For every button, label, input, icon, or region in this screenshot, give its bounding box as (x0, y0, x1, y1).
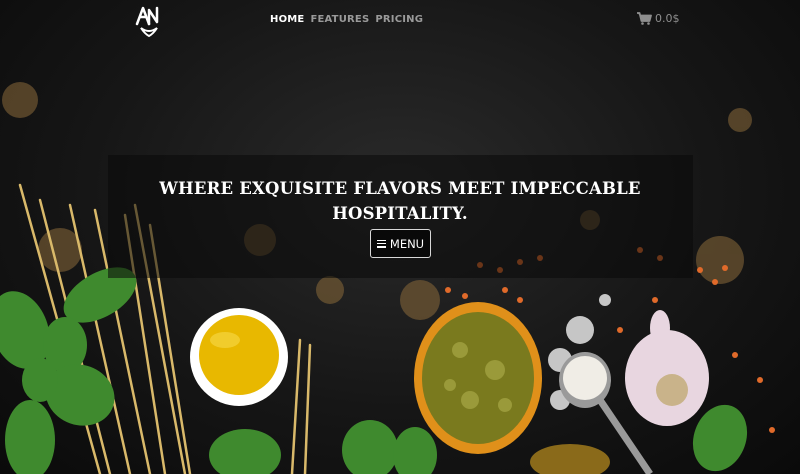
menu-button-label: MENU (389, 236, 425, 251)
menu-button[interactable]: MENU (370, 229, 431, 258)
nav-features-link[interactable]: FEATURES (310, 14, 369, 25)
main-nav: HOME FEATURES PRICING (270, 14, 423, 25)
nav-home-link[interactable]: HOME (270, 14, 304, 25)
cart-button[interactable]: 0.0$ (637, 12, 680, 25)
hamburger-menu-icon (376, 239, 386, 248)
top-navbar: HOME FEATURES PRICING 0.0$ (0, 0, 800, 42)
cart-total: 0.0$ (655, 12, 680, 25)
shopping-cart-icon (637, 12, 652, 25)
hero-title: WHERE EXQUISITE FLAVORS MEET IMPECCABLE … (159, 179, 641, 223)
nav-pricing-link[interactable]: PRICING (375, 14, 423, 25)
restaurant-logo-icon[interactable] (133, 4, 165, 38)
